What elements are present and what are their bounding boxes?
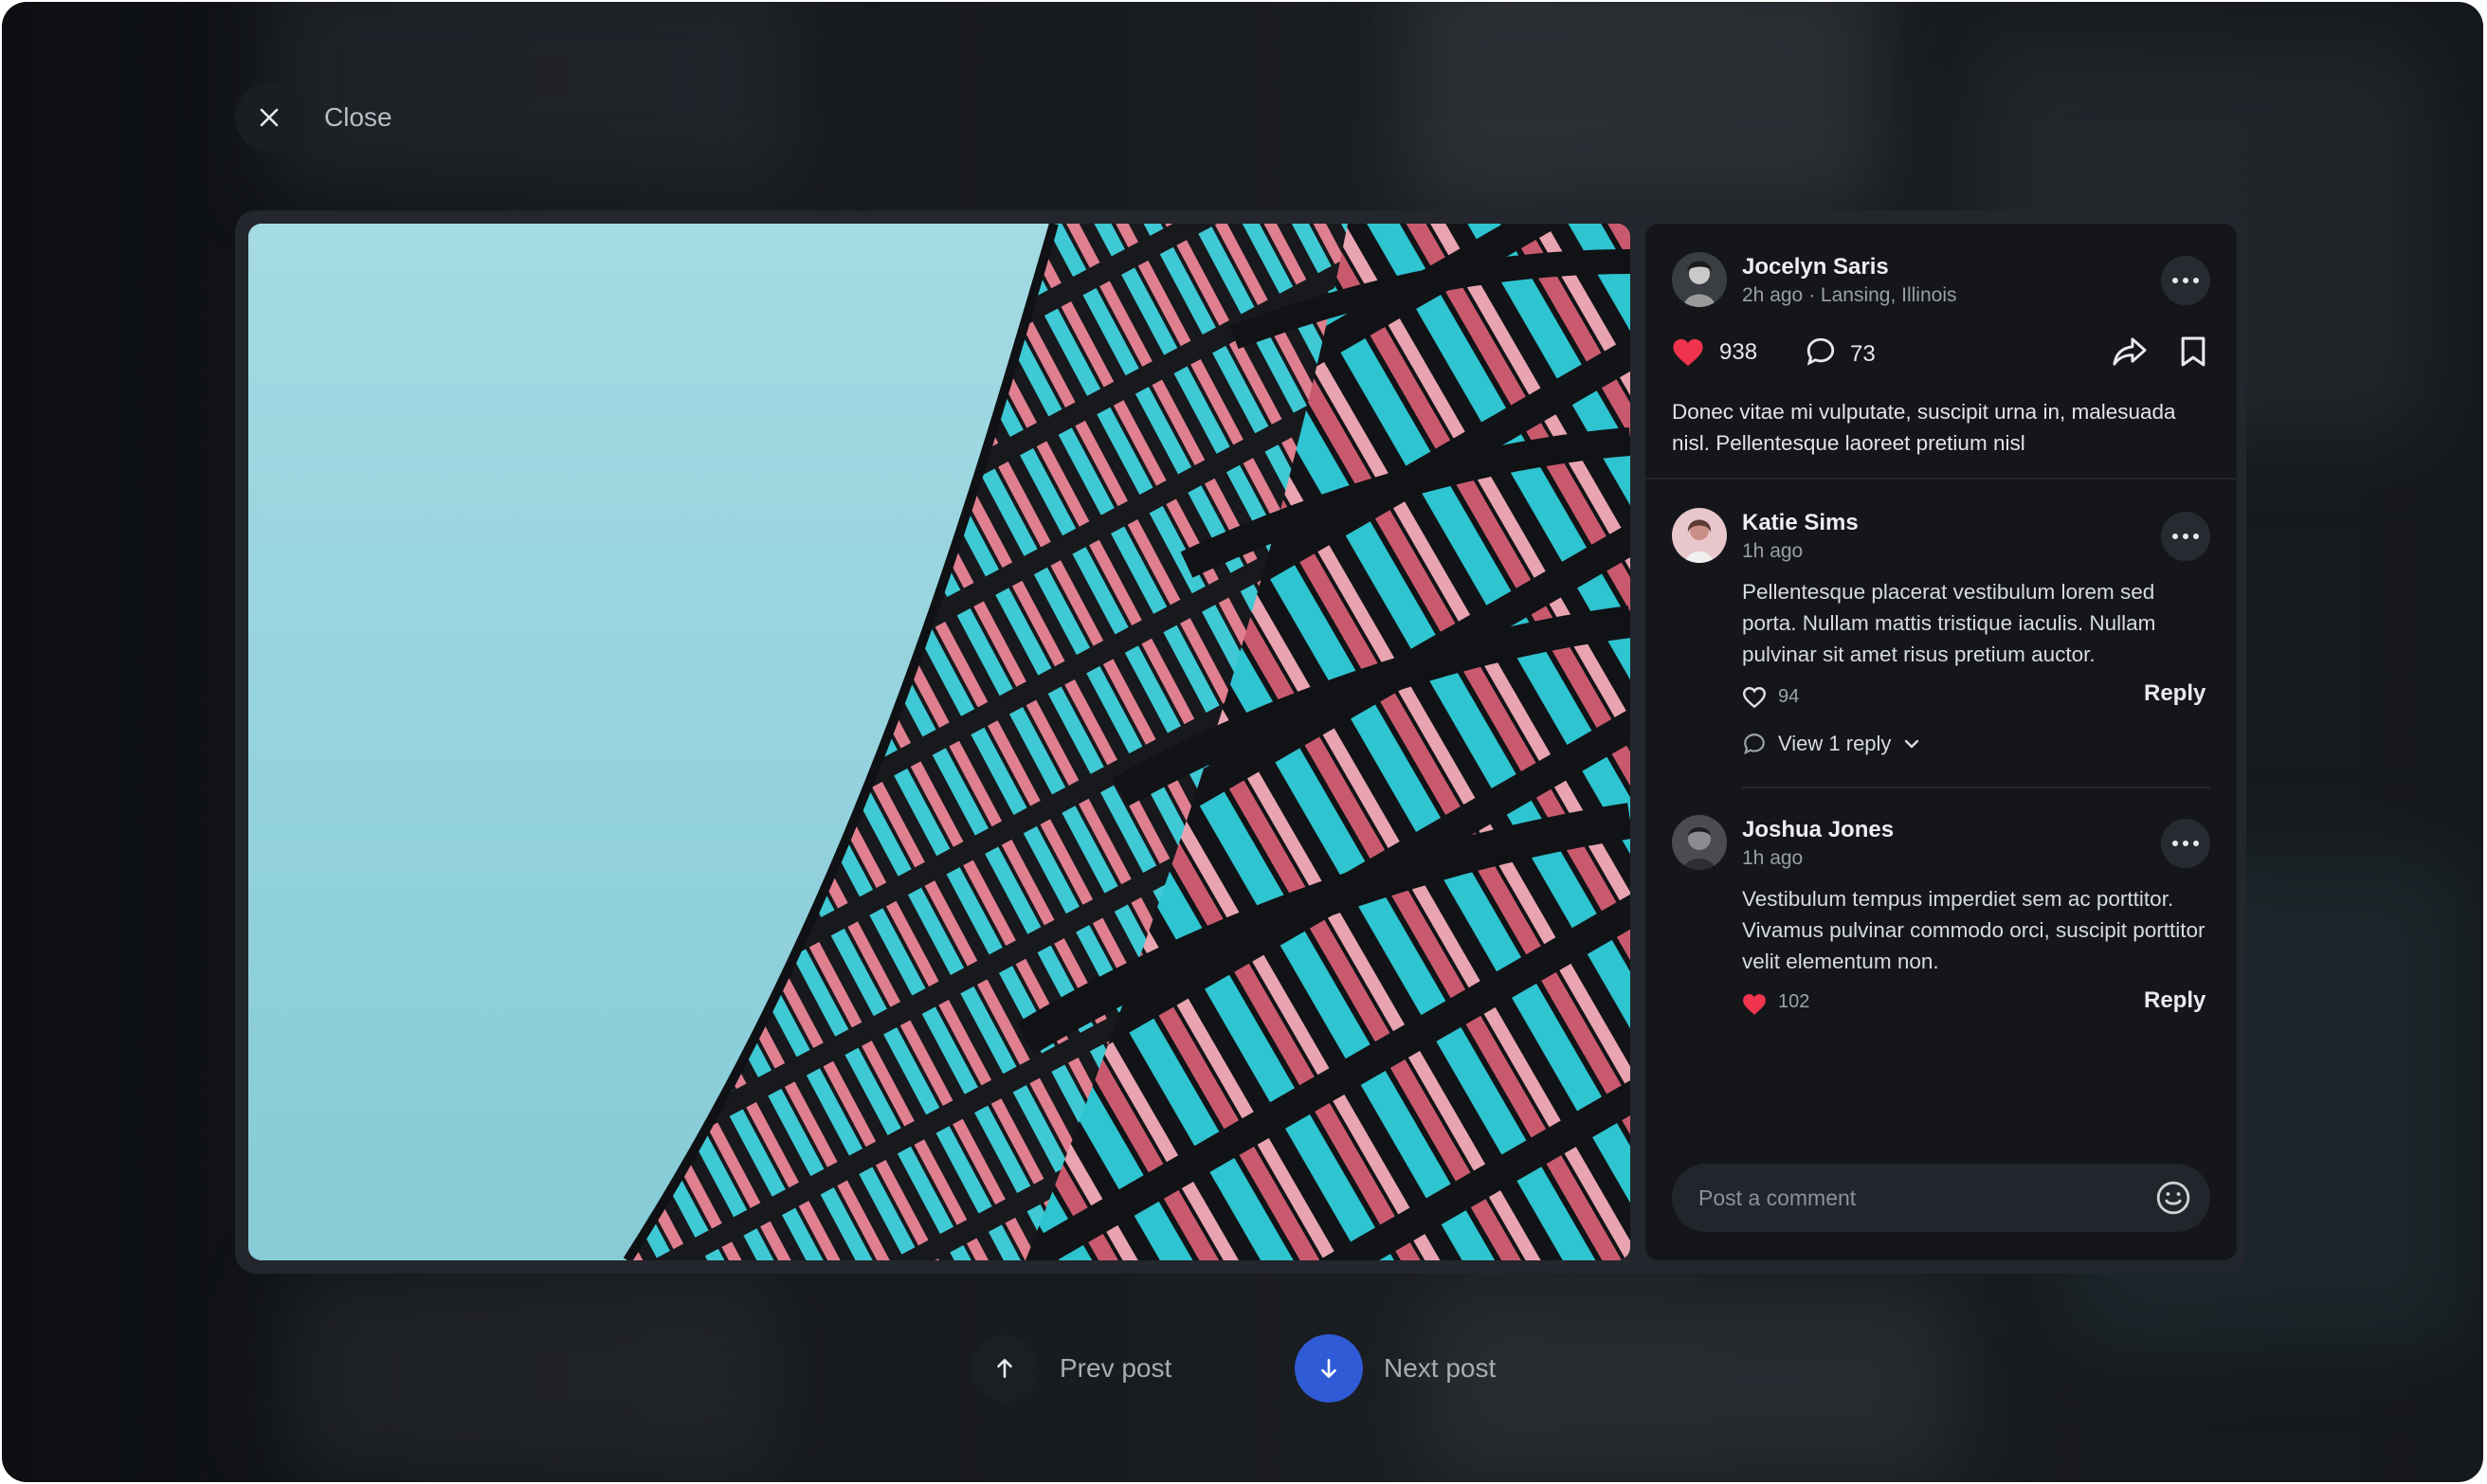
comment-like-count: 102 (1778, 991, 1810, 1012)
person-icon (1672, 508, 1727, 563)
emoji-icon[interactable] (2155, 1180, 2191, 1216)
heart-outline-icon[interactable] (1742, 686, 1767, 709)
person-icon (1672, 252, 1727, 307)
post-like-count: 938 (1719, 339, 1758, 365)
close-icon (260, 108, 279, 127)
meta-separator: · (1808, 284, 1821, 306)
post-image (248, 224, 1630, 1260)
heart-filled-icon[interactable] (1742, 993, 1767, 1016)
post-comment-count: 73 (1850, 341, 1876, 367)
background-blur (1405, 2, 1879, 210)
comment-like-count: 94 (1778, 686, 1800, 707)
comment-box (1672, 1164, 2210, 1232)
background-blur (286, 1272, 779, 1480)
comment-time: 1h ago (1742, 540, 1804, 562)
bookmark-icon[interactable] (2180, 335, 2206, 368)
comments-panel (1645, 224, 2237, 1260)
view-replies-label: View 1 reply (1778, 732, 1892, 755)
background-blur (1424, 1291, 1954, 1480)
reply-button[interactable]: Reply (2144, 987, 2206, 1014)
close-label[interactable]: Close (324, 102, 392, 133)
post-meta: 2h ago · Lansing, Illinois (1742, 284, 1957, 307)
comment-more-button[interactable] (2161, 512, 2210, 561)
more-icon (2172, 278, 2199, 283)
prev-post-button[interactable] (971, 1334, 1039, 1403)
post-caption: Donec vitae mi vulputate, suscipit urna … (1672, 400, 2176, 455)
more-icon (2172, 534, 2199, 539)
chevron-down-icon (1905, 739, 1919, 749)
comment-time: 1h ago (1742, 847, 1804, 869)
commenter-avatar[interactable] (1672, 508, 1727, 563)
background-blur (267, 2, 798, 191)
comment-icon (1744, 733, 1765, 755)
comment-more-button[interactable] (2161, 819, 2210, 868)
panel-divider (1645, 478, 2237, 480)
next-post-button[interactable] (1295, 1334, 1363, 1403)
post-location: Lansing, Illinois (1820, 284, 1957, 306)
commenter-name[interactable]: Katie Sims (1742, 510, 1859, 536)
heart-filled-icon[interactable] (1672, 337, 1704, 368)
arrow-up-icon (997, 1359, 1012, 1378)
post-time: 2h ago (1742, 284, 1804, 306)
comment-divider (1742, 787, 2210, 788)
share-icon[interactable] (2112, 335, 2148, 368)
person-icon (1672, 815, 1727, 870)
next-post-label[interactable]: Next post (1384, 1353, 1496, 1384)
building-photo (248, 224, 1630, 1260)
commenter-avatar[interactable] (1672, 815, 1727, 870)
author-avatar[interactable] (1672, 252, 1727, 307)
comment-input[interactable] (1698, 1164, 2134, 1232)
close-button[interactable] (235, 83, 303, 152)
comment-text: Vestibulum tempus imperdiet sem ac portt… (1742, 887, 2206, 973)
commenter-name[interactable]: Joshua Jones (1742, 817, 1894, 843)
view-replies-toggle[interactable]: View 1 reply (1742, 732, 1921, 756)
arrow-down-icon (1321, 1359, 1336, 1378)
comment-icon[interactable] (1805, 335, 1837, 368)
author-name[interactable]: Jocelyn Saris (1742, 254, 1889, 281)
post-more-button[interactable] (2161, 256, 2210, 305)
comment-text: Pellentesque placerat vestibulum lorem s… (1742, 580, 2156, 666)
more-icon (2172, 841, 2199, 846)
reply-button[interactable]: Reply (2144, 680, 2206, 707)
prev-post-label[interactable]: Prev post (1060, 1353, 1171, 1384)
